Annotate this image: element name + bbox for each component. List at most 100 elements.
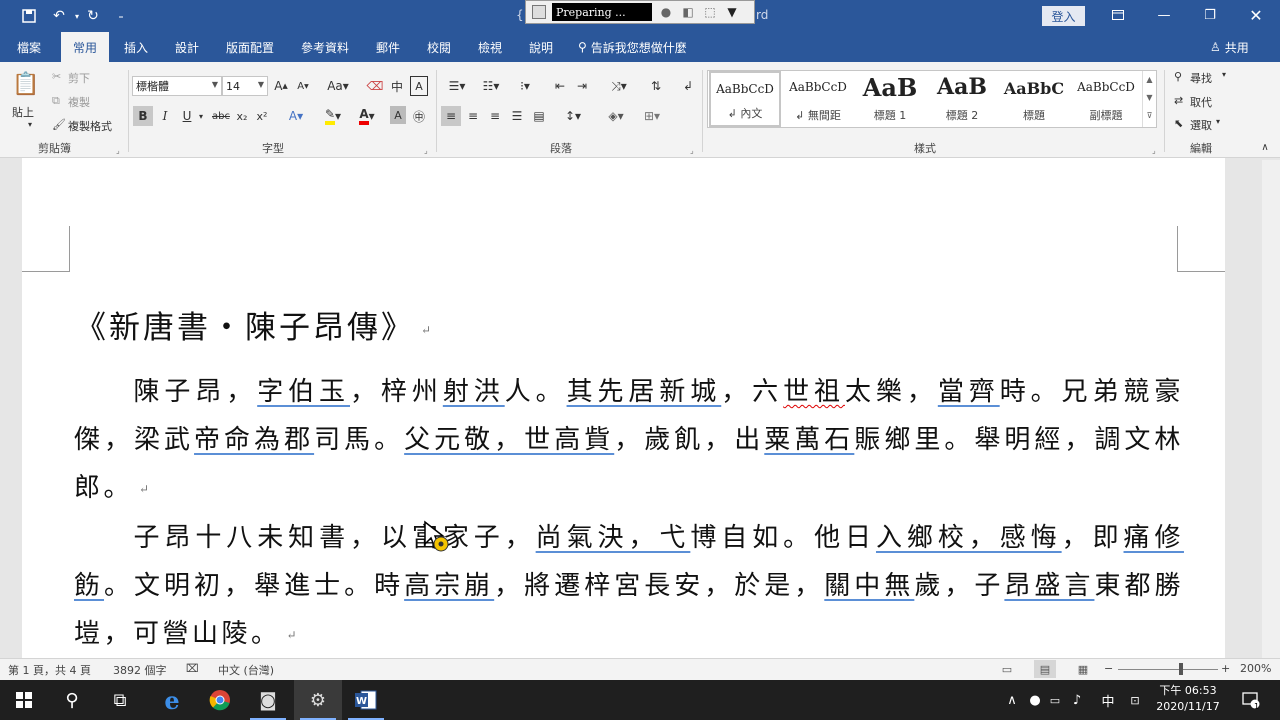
shading-icon[interactable]: ◈▾ [600, 106, 632, 126]
zoom-in-icon[interactable]: + [1221, 662, 1230, 675]
ime-indicator[interactable]: 中 [1096, 680, 1120, 720]
tab-view[interactable]: 檢視 [468, 32, 512, 62]
superscript-icon[interactable]: x² [254, 106, 270, 126]
tab-file[interactable]: 檔案 [6, 32, 52, 62]
save-icon[interactable] [18, 6, 40, 26]
align-center-icon[interactable]: ≡ [463, 106, 483, 126]
paragraph-1[interactable]: 陳子昂，字伯玉，梓州射洪人。其先居新城，六世祖太樂，當齊時。兄弟競豪傑，梁武帝命… [74, 368, 1184, 513]
tab-home[interactable]: 常用 [61, 32, 109, 62]
restore-icon[interactable]: ❐ [1196, 4, 1224, 26]
print-layout-icon[interactable]: ▤ [1034, 660, 1056, 678]
zoom-out-icon[interactable]: − [1104, 662, 1113, 675]
volume-icon[interactable]: ♪ [1068, 680, 1086, 720]
paste-dropdown-icon[interactable]: ▾ [28, 120, 32, 129]
sort-icon[interactable]: ⇅ [646, 76, 666, 96]
web-layout-icon[interactable]: ▦ [1072, 660, 1094, 678]
minimize-icon[interactable]: — [1150, 4, 1178, 26]
tab-help[interactable]: 說明 [519, 32, 563, 62]
style-title[interactable]: AaBbC 標題 [998, 71, 1070, 127]
customize-qat-icon[interactable]: ₌ [110, 6, 132, 26]
format-painter-button[interactable]: 複製格式 [68, 118, 112, 134]
select-dropdown-icon[interactable]: ▾ [1216, 117, 1220, 126]
decrease-indent-icon[interactable]: ⇤ [550, 76, 570, 96]
clipboard-launcher-icon[interactable]: ⌟ [116, 146, 120, 155]
borders-icon[interactable]: ⊞▾ [636, 106, 668, 126]
mic-tray-icon[interactable]: ● [1026, 680, 1044, 720]
highlight-icon[interactable]: ✎ ▾ [318, 106, 348, 126]
search-icon[interactable]: ⚲ [48, 680, 96, 720]
recorder-menu-icon[interactable]: ▼ [724, 5, 740, 19]
align-right-icon[interactable]: ≡ [485, 106, 505, 126]
text-direction-icon[interactable]: ⤨▾ [604, 76, 634, 96]
paragraph-launcher-icon[interactable]: ⌟ [690, 146, 694, 155]
webcam-icon[interactable]: ◧ [680, 5, 696, 19]
tell-me-box[interactable]: ⚲ 告訴我您想做什麼 [578, 32, 687, 62]
italic-icon[interactable]: I [156, 106, 174, 126]
page-count[interactable]: 第 1 頁，共 4 頁 [8, 662, 91, 678]
paste-icon[interactable]: 📋 [12, 68, 40, 100]
numbering-icon[interactable]: ☷▾ [476, 76, 506, 96]
tab-insert[interactable]: 插入 [114, 32, 158, 62]
show-marks-icon[interactable]: ↲ [678, 76, 698, 96]
tab-references[interactable]: 參考資料 [292, 32, 358, 62]
multilevel-list-icon[interactable]: ⁝▾ [510, 76, 540, 96]
distributed-icon[interactable]: ▤ [529, 106, 549, 126]
zoom-level[interactable]: 200% [1240, 662, 1271, 675]
underline-dropdown-icon[interactable]: ▾ [196, 106, 206, 126]
zoom-slider-thumb[interactable] [1179, 663, 1183, 675]
collapse-ribbon-icon[interactable]: ∧ [1258, 140, 1272, 154]
paste-label[interactable]: 貼上 [12, 104, 34, 120]
tab-review[interactable]: 校閱 [417, 32, 461, 62]
zoom-slider[interactable] [1118, 669, 1218, 670]
ime-mode-icon[interactable]: ⊡ [1124, 680, 1146, 720]
tab-design[interactable]: 設計 [165, 32, 209, 62]
network-icon[interactable]: ▭ [1046, 680, 1064, 720]
line-spacing-icon[interactable]: ↕▾ [558, 106, 588, 126]
justify-icon[interactable]: ☰ [507, 106, 527, 126]
tab-layout[interactable]: 版面配置 [218, 32, 282, 62]
style-heading-2[interactable]: AaB 標題 2 [926, 71, 998, 127]
bullets-icon[interactable]: ☰▾ [442, 76, 472, 96]
text-effects-icon[interactable]: A▾ [284, 106, 308, 126]
paragraph-2[interactable]: 子昂十八未知書，以富家子，尚氣決，弋博自如。他日入鄉校，感悔，即痛修飭。文明初，… [74, 514, 1184, 658]
replace-button[interactable]: 取代 [1190, 94, 1212, 110]
word-icon[interactable]: W [342, 680, 390, 720]
strikethrough-icon[interactable]: abc [210, 106, 232, 126]
bold-icon[interactable]: B [133, 106, 153, 126]
clock[interactable]: 下午 06:53 2020/11/17 [1150, 683, 1226, 715]
phonetic-guide-icon[interactable]: 中 [388, 76, 406, 96]
find-button[interactable]: 尋找 [1190, 70, 1212, 86]
align-left-icon[interactable]: ≡ [441, 106, 461, 126]
vertical-scrollbar[interactable] [1262, 160, 1280, 658]
microphone-icon[interactable]: ● [658, 5, 674, 19]
subscript-icon[interactable]: x₂ [234, 106, 250, 126]
task-view-icon[interactable]: ⧉ [96, 680, 144, 720]
shrink-font-icon[interactable]: A ▼ [294, 76, 312, 96]
find-dropdown-icon[interactable]: ▾ [1222, 70, 1226, 79]
style-normal[interactable]: AaBbCcD ↲ 內文 [709, 71, 781, 127]
redo-icon[interactable]: ↻ [82, 6, 104, 26]
ribbon-display-options-icon[interactable] [1104, 4, 1132, 26]
change-case-icon[interactable]: Aa▾ [322, 76, 354, 96]
read-mode-icon[interactable]: ▭ [996, 660, 1018, 678]
style-no-spacing[interactable]: AaBbCcD ↲ 無間距 [782, 71, 854, 127]
clear-formatting-icon[interactable]: ⌫ [366, 76, 384, 96]
notification-center-icon[interactable]: 1 [1236, 680, 1266, 720]
document-title[interactable]: 《新唐書・陳子昂傳》 ↵ [75, 302, 434, 347]
font-size-combo[interactable]: 14 ▼ [222, 76, 268, 96]
grow-font-icon[interactable]: A ▲ [272, 76, 290, 96]
character-border-icon[interactable]: A [410, 76, 428, 96]
tray-chevron-icon[interactable]: ∧ [1002, 680, 1022, 720]
styles-launcher-icon[interactable]: ⌟ [1152, 146, 1156, 155]
increase-indent-icon[interactable]: ⇥ [572, 76, 592, 96]
language-indicator[interactable]: 中文 (台灣) [218, 662, 274, 678]
document-page[interactable]: 《新唐書・陳子昂傳》 ↵ 陳子昂，字伯玉，梓州射洪人。其先居新城，六世祖太樂，當齊… [22, 158, 1225, 658]
character-shading-icon[interactable]: A [390, 106, 406, 124]
start-icon[interactable] [0, 680, 48, 720]
styles-scroll[interactable]: ▲ ▼ ⊽ [1142, 71, 1156, 127]
share-button[interactable]: ♙ 共用 [1210, 32, 1249, 62]
font-color-icon[interactable]: A ▾ [352, 106, 382, 126]
copy-button[interactable]: 複製 [68, 94, 90, 110]
proofing-icon[interactable]: ⌧ [186, 662, 199, 675]
edge-icon[interactable]: e [148, 680, 196, 720]
